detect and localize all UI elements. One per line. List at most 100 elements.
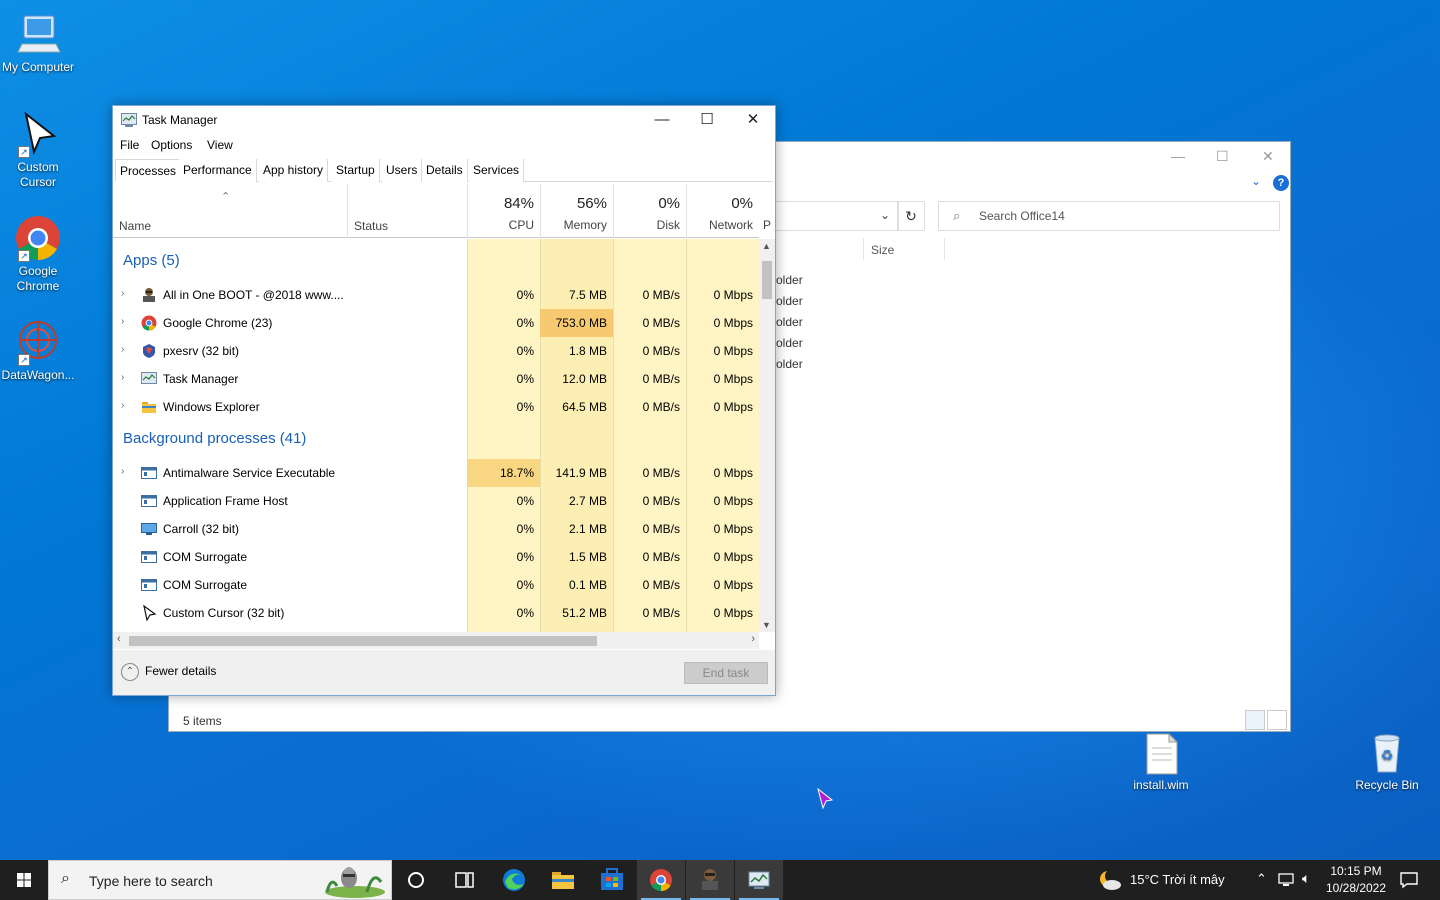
expand-icon[interactable]: › xyxy=(121,400,124,411)
tab-startup[interactable]: Startup xyxy=(332,159,380,182)
window-title: Task Manager xyxy=(142,113,218,127)
chevron-down-icon[interactable]: ⌄ xyxy=(1251,174,1261,188)
taskbar-search-input[interactable]: ⌕ Type here to search xyxy=(48,860,392,900)
tab-details[interactable]: Details xyxy=(422,159,468,182)
taskbar-boot-app[interactable] xyxy=(686,860,734,900)
menu-view[interactable]: View xyxy=(207,138,233,152)
desktop-icon-my-computer[interactable]: My Computer xyxy=(0,10,76,75)
table-body: Apps (5) › All in One BOOT - @2018 www..… xyxy=(113,239,759,632)
column-header-size[interactable]: Size xyxy=(871,243,894,257)
column-header-memory[interactable]: 56% Memory xyxy=(540,184,613,238)
refresh-button[interactable]: ↻ xyxy=(897,201,925,231)
minimize-button[interactable]: — xyxy=(639,106,685,134)
network-value: 0 Mbps xyxy=(713,372,753,386)
minimize-icon[interactable]: — xyxy=(1171,148,1185,164)
task-view-button[interactable] xyxy=(440,860,488,900)
table-row[interactable]: Custom Cursor (32 bit) 0% 51.2 MB 0 MB/s… xyxy=(113,599,759,627)
desktop-icon-install-wim[interactable]: install.wim xyxy=(1123,732,1199,793)
close-button[interactable]: ✕ xyxy=(730,106,776,134)
list-item[interactable]: older xyxy=(776,357,803,371)
list-item[interactable]: older xyxy=(776,294,803,308)
expand-icon[interactable]: › xyxy=(121,288,124,299)
desktop-icon-datawagon[interactable]: ↗ DataWagon... xyxy=(0,318,76,383)
notification-center-button[interactable] xyxy=(1394,860,1424,900)
menu-file[interactable]: File xyxy=(120,138,139,152)
table-row[interactable]: › All in One BOOT - @2018 www.... 0% 7.5… xyxy=(113,281,759,309)
tab-performance[interactable]: Performance xyxy=(179,159,257,182)
expand-icon[interactable]: › xyxy=(121,316,124,327)
end-task-button[interactable]: End task xyxy=(684,662,768,684)
memory-value: 753.0 MB xyxy=(540,309,613,337)
column-header-status-cell[interactable]: Status xyxy=(347,184,467,238)
maximize-icon[interactable]: ☐ xyxy=(1216,148,1229,165)
scroll-down-icon[interactable]: ▼ xyxy=(762,620,771,630)
scroll-thumb[interactable] xyxy=(762,261,772,299)
task-manager-window[interactable]: Task Manager — ☐ ✕ File Options View Pro… xyxy=(112,105,776,696)
desktop-icon-google-chrome[interactable]: ↗ Google Chrome xyxy=(0,214,76,294)
scroll-thumb[interactable] xyxy=(129,636,597,646)
memory-value: 7.5 MB xyxy=(568,288,607,302)
table-row[interactable]: COM Surrogate 0% 1.5 MB 0 MB/s 0 Mbps xyxy=(113,543,759,571)
chevron-down-icon[interactable]: ⌄ xyxy=(880,208,890,222)
scroll-left-icon[interactable]: ‹ xyxy=(117,633,121,645)
fewer-details-button[interactable]: ⌃ Fewer details xyxy=(121,663,216,681)
group-header-apps[interactable]: Apps (5) xyxy=(113,246,759,274)
taskbar-file-explorer[interactable] xyxy=(539,860,587,900)
list-item[interactable]: older xyxy=(776,336,803,350)
volume-icon[interactable]: 🔈︎ xyxy=(1302,870,1310,887)
column-header-network[interactable]: 0% Network xyxy=(686,184,759,238)
chevron-up-icon[interactable]: ⌃ xyxy=(1256,871,1267,887)
tab-users[interactable]: Users xyxy=(382,159,423,182)
large-icons-view-icon[interactable] xyxy=(1267,710,1287,730)
help-icon[interactable]: ? xyxy=(1273,175,1289,191)
network-icon[interactable] xyxy=(1278,872,1296,888)
store-icon xyxy=(601,868,623,890)
column-header-power-partial[interactable]: P xyxy=(763,218,771,232)
cortana-button[interactable] xyxy=(392,860,440,900)
list-item[interactable]: older xyxy=(776,315,803,329)
tab-processes[interactable]: Processes xyxy=(115,159,182,182)
scroll-up-icon[interactable]: ▲ xyxy=(762,241,771,251)
search-input[interactable]: ⌕ Search Office14 xyxy=(938,201,1280,231)
horizontal-scrollbar[interactable]: ‹ › xyxy=(113,632,759,649)
table-row[interactable]: › Task Manager 0% 12.0 MB 0 MB/s 0 Mbps xyxy=(113,365,759,393)
expand-icon[interactable]: › xyxy=(121,466,124,477)
expand-icon[interactable]: › xyxy=(121,372,124,383)
group-header-background[interactable]: Background processes (41) xyxy=(113,424,759,452)
table-row[interactable]: › pxesrv (32 bit) 0% 1.8 MB 0 MB/s 0 Mbp… xyxy=(113,337,759,365)
network-total-percent: 0% xyxy=(731,195,753,212)
tab-services[interactable]: Services xyxy=(469,159,525,182)
close-icon[interactable]: ✕ xyxy=(1262,148,1274,165)
taskbar-chrome[interactable] xyxy=(637,860,685,900)
desktop-icon-custom-cursor[interactable]: ↗ Custom Cursor xyxy=(0,110,76,190)
list-item[interactable]: older xyxy=(776,273,803,287)
taskbar-edge[interactable] xyxy=(490,860,538,900)
service-window-icon xyxy=(141,495,157,507)
desktop-icon-recycle-bin[interactable]: ♻ Recycle Bin xyxy=(1349,728,1425,793)
column-header-cpu[interactable]: 84% CPU xyxy=(467,184,540,238)
table-row[interactable]: Application Frame Host 0% 2.7 MB 0 MB/s … xyxy=(113,487,759,515)
table-row[interactable]: › Windows Explorer 0% 64.5 MB 0 MB/s 0 M… xyxy=(113,393,759,421)
address-bar[interactable]: ⌄ xyxy=(769,201,899,231)
cpu-value: 0% xyxy=(516,494,534,508)
start-button[interactable] xyxy=(0,860,48,900)
column-header-disk[interactable]: 0% Disk xyxy=(613,184,686,238)
table-row[interactable]: COM Surrogate 0% 0.1 MB 0 MB/s 0 Mbps xyxy=(113,571,759,599)
expand-icon[interactable]: › xyxy=(121,344,124,355)
taskbar-store[interactable] xyxy=(588,860,636,900)
tab-app-history[interactable]: App history xyxy=(259,159,329,182)
menu-options[interactable]: Options xyxy=(151,138,192,152)
column-header-name[interactable]: Name xyxy=(119,219,151,233)
taskbar-task-manager[interactable] xyxy=(735,860,783,900)
table-row[interactable]: › Antimalware Service Executable 18.7% 1… xyxy=(113,459,759,487)
vertical-scrollbar[interactable]: ▲ ▼ xyxy=(759,239,775,632)
process-name: Windows Explorer xyxy=(163,400,260,414)
clock[interactable]: 10:15 PM 10/28/2022 xyxy=(1324,860,1388,900)
maximize-button[interactable]: ☐ xyxy=(684,106,730,134)
table-row[interactable]: Carroll (32 bit) 0% 2.1 MB 0 MB/s 0 Mbps xyxy=(113,515,759,543)
title-bar[interactable]: Task Manager — ☐ ✕ xyxy=(113,106,775,134)
details-view-icon[interactable] xyxy=(1245,710,1265,730)
scroll-right-icon[interactable]: › xyxy=(751,633,755,645)
process-name: Google Chrome (23) xyxy=(163,316,273,330)
table-row[interactable]: › Google Chrome (23) 0% 753.0 MB 0 MB/s … xyxy=(113,309,759,337)
